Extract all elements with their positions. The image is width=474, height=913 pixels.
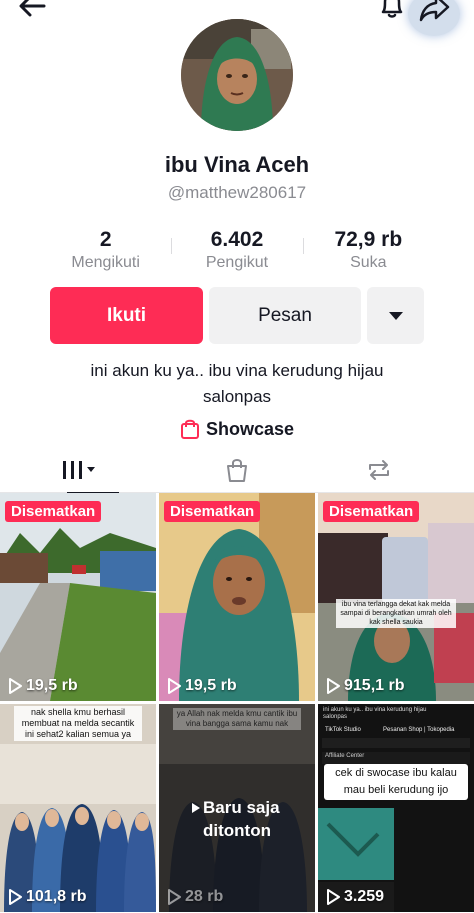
video-2-image	[159, 493, 315, 701]
back-arrow-icon[interactable]	[14, 0, 50, 24]
pinned-badge: Disematkan	[5, 501, 102, 522]
view-count-value: 19,5 rb	[26, 677, 78, 694]
video-1-image	[0, 493, 156, 701]
share-button[interactable]	[408, 0, 460, 36]
video-grid: Disematkan 19,5 rb Disematkan 19,5 rb Di…	[0, 493, 474, 913]
video-caption: ya Allah nak melda kmu cantik ibu vina b…	[173, 708, 301, 730]
stat-following-value: 2	[99, 228, 112, 251]
tab-videos[interactable]	[0, 447, 158, 494]
play-icon	[327, 889, 340, 905]
video-shop-label: Pesanan Shop | Tokopedia	[383, 727, 455, 733]
video-thumbnail[interactable]: ya Allah nak melda kmu cantik ibu vina b…	[159, 704, 315, 912]
view-count: 19,5 rb	[8, 677, 78, 695]
profile-tabs	[0, 447, 474, 494]
avatar[interactable]	[181, 19, 293, 131]
view-count: 915,1 rb	[326, 677, 404, 695]
play-icon	[168, 889, 181, 905]
view-count: 3.259	[326, 888, 384, 906]
showcase-link[interactable]: Showcase	[0, 416, 474, 442]
video-studio-label: TikTok Studio	[325, 727, 361, 733]
video-caption: nak shella kmu berhasil membuat na melda…	[14, 706, 142, 741]
repost-icon	[369, 460, 389, 480]
message-button[interactable]: Pesan	[209, 287, 361, 344]
shopping-bag-icon	[180, 419, 199, 439]
play-icon	[9, 889, 22, 905]
view-count-value: 19,5 rb	[185, 677, 237, 694]
stat-likes-label: Suka	[350, 254, 387, 271]
profile-stats: 2 Mengikuti 6.402 Pengikut 72,9 rb Suka	[40, 228, 434, 276]
play-icon	[168, 678, 181, 694]
view-count-value: 3.259	[344, 888, 385, 905]
video-thumbnail[interactable]: Disematkan ibu vina terlangga dekat kak …	[318, 493, 474, 701]
stat-followers-value: 6.402	[210, 228, 264, 251]
view-count-value: 101,8 rb	[26, 888, 87, 905]
video-affiliate-label: Affiliate Center	[325, 753, 365, 759]
avatar-image	[181, 19, 293, 131]
profile-bio: ini akun ku ya.. ibu vina kerudung hijau…	[90, 361, 384, 406]
stat-likes[interactable]: 72,9 rb Suka	[302, 228, 434, 276]
stat-followers-label: Pengikut	[205, 254, 269, 271]
play-triangle-icon	[192, 803, 200, 813]
stat-likes-value: 72,9 rb	[334, 228, 403, 251]
tab-shop[interactable]	[158, 447, 316, 493]
recently-watched-label: Baru saja ditonton	[203, 798, 280, 840]
video-thumbnail[interactable]: ini akun ku ya.. ibu vina kerudung hijau…	[318, 704, 474, 912]
pinned-badge: Disematkan	[323, 501, 420, 522]
video-header-caption: ini akun ku ya.. ibu vina kerudung hijau…	[323, 707, 427, 720]
stat-following[interactable]: 2 Mengikuti	[40, 228, 171, 276]
view-count-value: 28 rb	[185, 888, 224, 905]
video-thumbnail[interactable]: nak shella kmu berhasil membuat na melda…	[0, 704, 156, 912]
bell-icon[interactable]	[374, 0, 410, 24]
video-thumbnail[interactable]: Disematkan 19,5 rb	[159, 493, 315, 701]
stat-following-label: Mengikuti	[71, 254, 140, 271]
video-caption: cek di swocase ibu kalau mau beli kerudu…	[324, 764, 468, 800]
video-caption: ibu vina terlangga dekat kak melda sampa…	[336, 599, 456, 628]
video-thumbnail[interactable]: Disematkan 19,5 rb	[0, 493, 156, 701]
view-count: 101,8 rb	[8, 888, 86, 906]
pinned-badge: Disematkan	[164, 501, 261, 522]
videos-grid-icon	[63, 461, 95, 479]
view-count: 19,5 rb	[167, 677, 237, 695]
stat-followers[interactable]: 6.402 Pengikut	[171, 228, 302, 276]
tab-reposts[interactable]	[300, 447, 458, 493]
play-icon	[327, 678, 340, 694]
profile-handle: @matthew280617	[167, 183, 307, 202]
share-icon	[419, 0, 450, 22]
suggested-accounts-button[interactable]	[367, 287, 424, 344]
caret-down-icon	[388, 311, 403, 320]
profile-name: ibu Vina Aceh	[164, 152, 310, 177]
shop-bag-icon	[227, 459, 247, 482]
video-3-image	[318, 493, 474, 701]
showcase-label: Showcase	[205, 418, 295, 439]
follow-button[interactable]: Ikuti	[50, 287, 203, 344]
view-count-value: 915,1 rb	[344, 677, 405, 694]
view-count: 28 rb	[167, 888, 223, 906]
play-icon	[9, 678, 22, 694]
